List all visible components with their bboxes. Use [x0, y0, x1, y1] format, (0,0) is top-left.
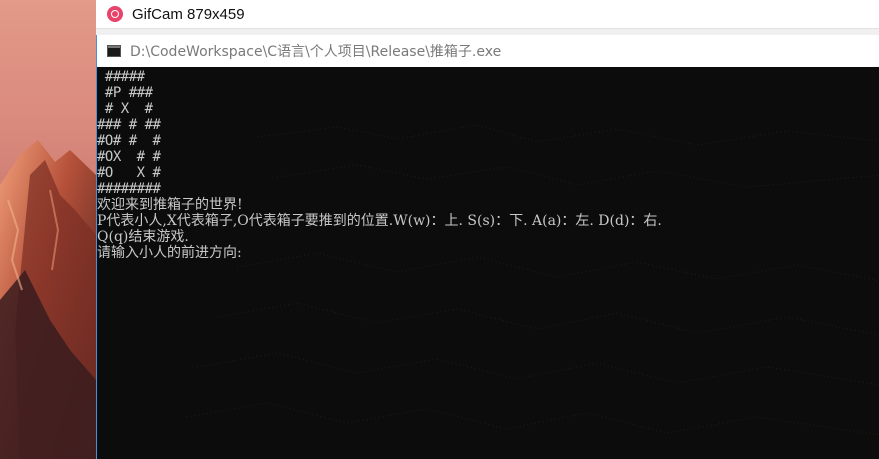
- map-line: #P ###: [97, 85, 153, 101]
- console-title: D:\CodeWorkspace\C语言\个人项目\Release\推箱子.ex…: [130, 44, 502, 60]
- console-output[interactable]: ##### #P ### # X # ### # ## #O# # # #OX …: [97, 67, 879, 459]
- console-window[interactable]: D:\CodeWorkspace\C语言\个人项目\Release\推箱子.ex…: [96, 35, 879, 459]
- quit-message: Q(q)结束游戏.: [97, 229, 189, 245]
- map-line: # X #: [97, 101, 153, 117]
- record-icon: [107, 6, 123, 22]
- screen: GifCam 879x459 D:\CodeWorkspace\C语言\个人项目…: [0, 0, 879, 459]
- map-line: ########: [97, 181, 161, 197]
- gifcam-title: GifCam 879x459: [132, 5, 245, 23]
- console-icon: [107, 45, 121, 57]
- welcome-message: 欢迎来到推箱子的世界!: [97, 197, 243, 213]
- map-line: #O# # #: [97, 133, 161, 149]
- console-title-bar[interactable]: D:\CodeWorkspace\C语言\个人项目\Release\推箱子.ex…: [97, 35, 879, 67]
- sokoban-map: ##### #P ### # X # ### # ## #O# # # #OX …: [97, 69, 879, 197]
- map-line: #####: [97, 69, 145, 85]
- gifcam-title-bar[interactable]: GifCam 879x459: [96, 0, 879, 29]
- input-prompt: 请输入小人的前进方向:: [97, 245, 242, 261]
- legend-message: P代表小人,X代表箱子,O代表箱子要推到的位置.W(w)：上. S(s)：下. …: [97, 213, 662, 229]
- desktop-wallpaper: [0, 0, 96, 459]
- map-line: #OX # #: [97, 149, 161, 165]
- map-line: ### # ##: [97, 117, 161, 133]
- console-messages: 欢迎来到推箱子的世界! P代表小人,X代表箱子,O代表箱子要推到的位置.W(w)…: [97, 197, 879, 261]
- map-line: #O X #: [97, 165, 161, 181]
